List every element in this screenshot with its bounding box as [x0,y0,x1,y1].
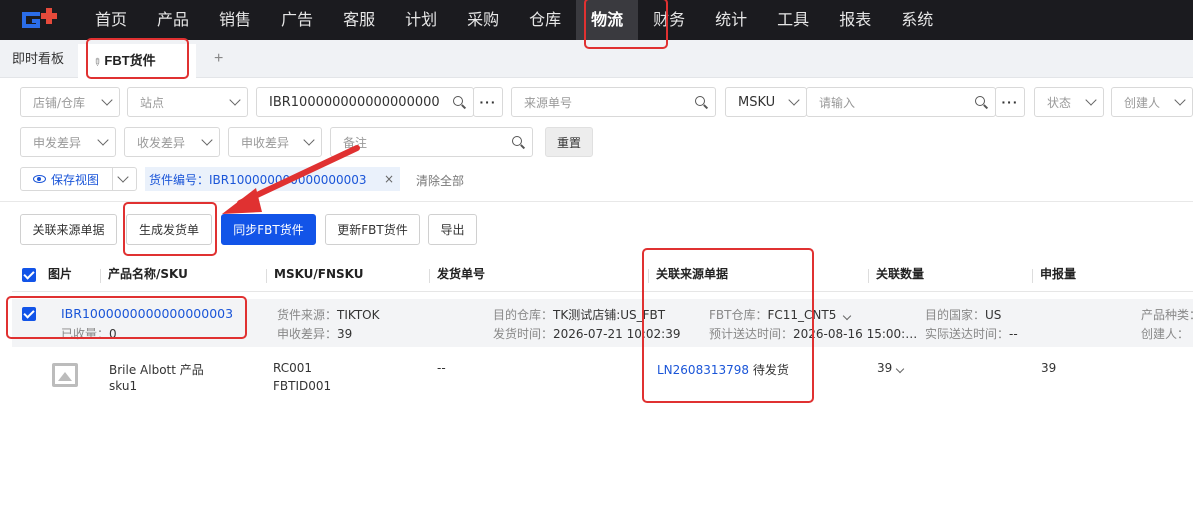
divider [0,201,1193,202]
shipment-no-input[interactable]: IBR100000000000000000 [256,87,474,117]
update-fbt-button[interactable]: 更新FBT货件 [325,214,420,245]
tabs-bar: 即时看板 ✎FBT货件 + [0,40,1193,78]
shipment-group-row: IBR1000000000000000003 已收量：0 货件来源：TIKTOK… [12,299,1193,347]
chevron-down-icon [896,364,905,374]
nav-item-7[interactable]: 仓库 [514,0,576,40]
declared-qty-value: 39 [1041,361,1057,375]
apply-recv-diff-select[interactable]: 申收差异 [228,127,322,157]
chevron-down-icon [788,94,800,106]
shop-warehouse-select[interactable]: 店铺/仓库 [20,87,120,117]
search-icon[interactable] [975,96,987,108]
col-product: 产品名称/SKU [108,267,188,281]
source-status: 待发货 [752,363,789,377]
chevron-down-icon[interactable] [843,311,852,321]
close-icon[interactable]: × [384,172,394,186]
link-source-button[interactable]: 关联来源单据 [20,214,117,245]
row-checkbox[interactable] [22,307,36,321]
shipment-id-link[interactable]: IBR1000000000000000003 [61,306,233,321]
generate-delivery-button[interactable]: 生成发货单 [126,214,212,245]
logo[interactable] [0,0,80,40]
tab-fbt-label: FBT货件 [104,53,156,68]
search-icon[interactable] [695,96,707,108]
clear-all-link[interactable]: 清除全部 [416,172,464,189]
chevron-down-icon [1174,94,1186,106]
table-row: Brile Albott 产品 sku1 RC001 FBTID001 -- L… [12,349,1193,409]
chevron-down-icon [101,94,113,106]
chevron-down-icon [1085,94,1097,106]
chevron-down-icon[interactable] [117,171,129,183]
tab-dashboard[interactable]: 即时看板 [12,40,64,78]
nav-item-12[interactable]: 报表 [824,0,886,40]
remark-input[interactable]: 备注 [330,127,533,157]
chevron-down-icon [303,134,315,146]
image-placeholder-icon [52,363,78,387]
nav-item-6[interactable]: 采购 [452,0,514,40]
chevron-down-icon [97,134,109,146]
status-select[interactable]: 状态 [1034,87,1104,117]
ship-diff-select[interactable]: 申发差异 [20,127,116,157]
nav-item-9[interactable]: 财务 [638,0,700,40]
sync-fbt-button[interactable]: 同步FBT货件 [221,214,316,245]
chevron-down-icon [229,94,241,106]
col-linked-qty: 关联数量 [876,267,925,281]
filter-chip: 货件编号：IBR100000000000000003 × [145,167,400,191]
chevron-down-icon [201,134,213,146]
export-button[interactable]: 导出 [428,214,477,245]
msku-input[interactable]: 请输入 [806,87,996,117]
nav-item-4[interactable]: 客服 [328,0,390,40]
nav-item-10[interactable]: 统计 [700,0,762,40]
recv-diff-select[interactable]: 收发差异 [124,127,220,157]
msku-select[interactable]: MSKU [725,87,807,117]
top-nav: 首页 产品 销售 广告 客服 计划 采购 仓库 物流 财务 统计 工具 报表 系统 [0,0,1193,40]
save-view-control[interactable]: 保存视图 [20,167,137,191]
delivery-no-value: -- [437,361,446,375]
search-icon[interactable] [512,136,524,148]
nav-item-3[interactable]: 广告 [266,0,328,40]
nav-item-5[interactable]: 计划 [390,0,452,40]
logo-icon [22,8,57,28]
reset-button[interactable]: 重置 [545,127,593,157]
nav-menu: 首页 产品 销售 广告 客服 计划 采购 仓库 物流 财务 统计 工具 报表 系统 [80,0,948,40]
col-source-doc: 关联来源单据 [656,267,729,281]
select-all-checkbox[interactable] [22,268,36,282]
tab-fbt-shipment[interactable]: ✎FBT货件 [78,44,196,78]
nav-item-11[interactable]: 工具 [762,0,824,40]
nav-item-1[interactable]: 产品 [142,0,204,40]
col-declared-qty: 申报量 [1040,267,1077,281]
linked-qty-dropdown[interactable]: 39 [877,361,905,375]
col-msku: MSKU/FNSKU [274,267,364,281]
site-select[interactable]: 站点 [127,87,248,117]
msku-more-button[interactable]: ··· [995,87,1025,117]
msku-value: RC001 [273,361,313,375]
save-view-button[interactable]: 保存视图 [21,168,113,190]
eye-icon [33,175,46,183]
col-image: 图片 [48,267,73,281]
source-no-input[interactable]: 来源单号 [511,87,716,117]
search-icon[interactable] [453,96,465,108]
table-header: 图片 产品名称/SKU MSKU/FNSKU 发货单号 关联来源单据 关联数量 … [12,259,1193,292]
creator-select[interactable]: 创建人 [1111,87,1193,117]
product-name: Brile Albott 产品 [109,363,204,377]
col-delivery-no: 发货单号 [437,267,486,281]
fnsku-value: FBTID001 [273,379,332,393]
nav-item-2[interactable]: 销售 [204,0,266,40]
nav-item-13[interactable]: 系统 [886,0,948,40]
more-options-button[interactable]: ··· [473,87,503,117]
nav-item-8[interactable]: 物流 [576,0,639,40]
nav-item-0[interactable]: 首页 [80,0,142,40]
product-sku: sku1 [109,379,138,393]
add-tab-button[interactable]: + [214,40,223,78]
source-doc-link[interactable]: LN2608313798 [657,363,749,377]
